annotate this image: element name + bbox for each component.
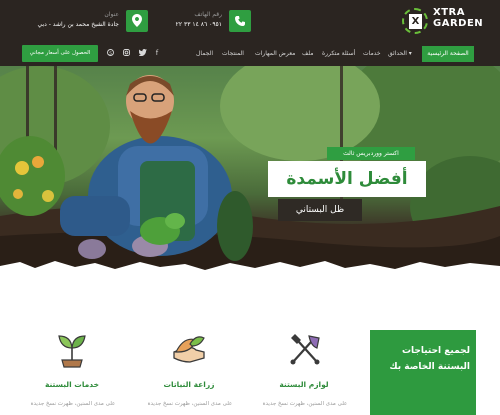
service-title-supplies: لوازم البستنة: [279, 380, 329, 389]
service-title-planting: زراعة النباتات: [163, 380, 215, 389]
service-desc-gardening: على مدى السنين، ظهرت نسخ جديدة: [30, 401, 116, 407]
nav-item-gardens[interactable]: الحدائق ▾: [388, 46, 412, 62]
svg-text:s: s: [109, 50, 112, 56]
phone-value[interactable]: ٠٩٥١ ٨٦ ١٤ ٣٣ ٢٢: [160, 21, 222, 28]
nav-item-services[interactable]: خدمات: [363, 46, 381, 62]
phone-icon[interactable]: [229, 10, 251, 32]
facebook-icon[interactable]: f: [152, 49, 162, 57]
brand-name: XTRA GARDEN: [433, 7, 483, 29]
instagram-icon[interactable]: [121, 49, 131, 58]
brand-name-line1: XTRA: [433, 7, 465, 18]
phone-label: رقم الهاتف: [194, 11, 222, 18]
promo-text: لجميع احتياجات البستنة الخاصة بك: [389, 346, 470, 372]
nav-item-beauty[interactable]: الجمال: [196, 46, 213, 62]
location-pin-icon[interactable]: [126, 10, 148, 32]
brand-logo[interactable]: X XTRA GARDEN: [400, 6, 495, 36]
hero-tag: اكستر ووردبريس ثالث: [327, 147, 415, 160]
service-title-gardening: خدمات البستنة: [44, 380, 100, 389]
garden-tools-icon: [290, 334, 320, 365]
free-quote-button[interactable]: الحصول على أسعار مجاني: [22, 45, 98, 62]
sprout-icon: [58, 335, 86, 368]
skype-icon[interactable]: s: [105, 49, 115, 58]
service-desc-supplies: على مدى السنين، ظهرت نسخ جديدة: [262, 401, 348, 407]
logo-mark-letter: X: [409, 14, 422, 29]
hero-subtitle: ظل البستاني: [278, 199, 362, 221]
nav-item-skills[interactable]: معرض المهارات: [255, 46, 295, 62]
torn-edge-divider: [0, 261, 500, 280]
service-desc-planting: على مدى السنين، ظهرت نسخ جديدة: [147, 401, 233, 407]
twitter-icon[interactable]: [138, 49, 148, 58]
address-label: عنوان: [104, 11, 119, 18]
hero-title: أفضل الأسمدة: [268, 161, 426, 197]
nav-home[interactable]: الصفحة الرئيسية: [422, 46, 474, 62]
brand-name-line2: GARDEN: [433, 18, 484, 29]
nav-item-file[interactable]: ملف: [302, 46, 313, 62]
address-value: جادة الشيخ محمد بن راشد - دبي: [37, 21, 119, 28]
logo-mark-icon: X: [402, 8, 428, 34]
hand-plant-icon: [173, 336, 205, 363]
nav-item-faq[interactable]: أسئلة متكررة: [322, 46, 355, 62]
nav-item-products[interactable]: المنتجات: [222, 46, 244, 62]
